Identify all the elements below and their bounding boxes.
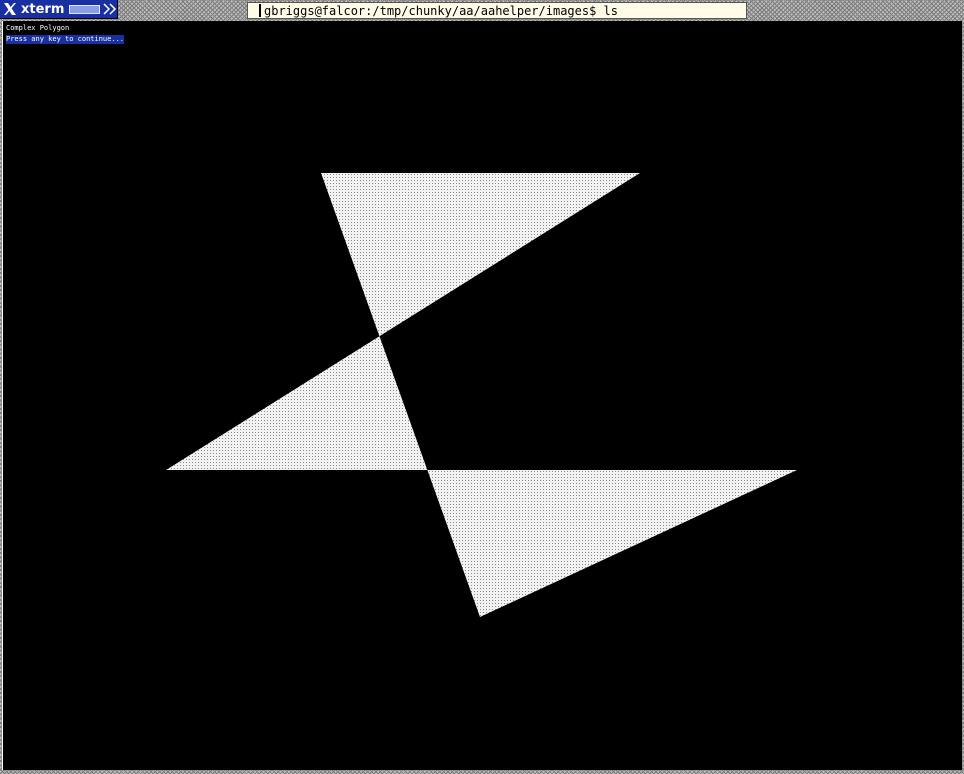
- window-bar-indicator: [69, 4, 100, 14]
- double-chevron-right-icon[interactable]: [103, 2, 117, 16]
- x-logo-icon[interactable]: [3, 1, 17, 17]
- window-title: xterm: [21, 1, 65, 17]
- command-title-field[interactable]: gbriggs@falcor:/tmp/chunky/aa/aahelper/i…: [247, 2, 747, 19]
- polygon-canvas: [166, 173, 797, 617]
- terminal-area[interactable]: Complex Polygon Press any key to continu…: [2, 21, 962, 770]
- window-titlebar: xterm gbriggs@falcor:/tmp/chunky/aa/aahe…: [0, 0, 964, 20]
- desktop: xterm gbriggs@falcor:/tmp/chunky/aa/aahe…: [0, 0, 964, 774]
- window-title-tab[interactable]: xterm: [0, 0, 118, 19]
- command-text: gbriggs@falcor:/tmp/chunky/aa/aahelper/i…: [264, 3, 619, 18]
- complex-polygon-star: [166, 173, 797, 617]
- text-cursor: [259, 4, 261, 17]
